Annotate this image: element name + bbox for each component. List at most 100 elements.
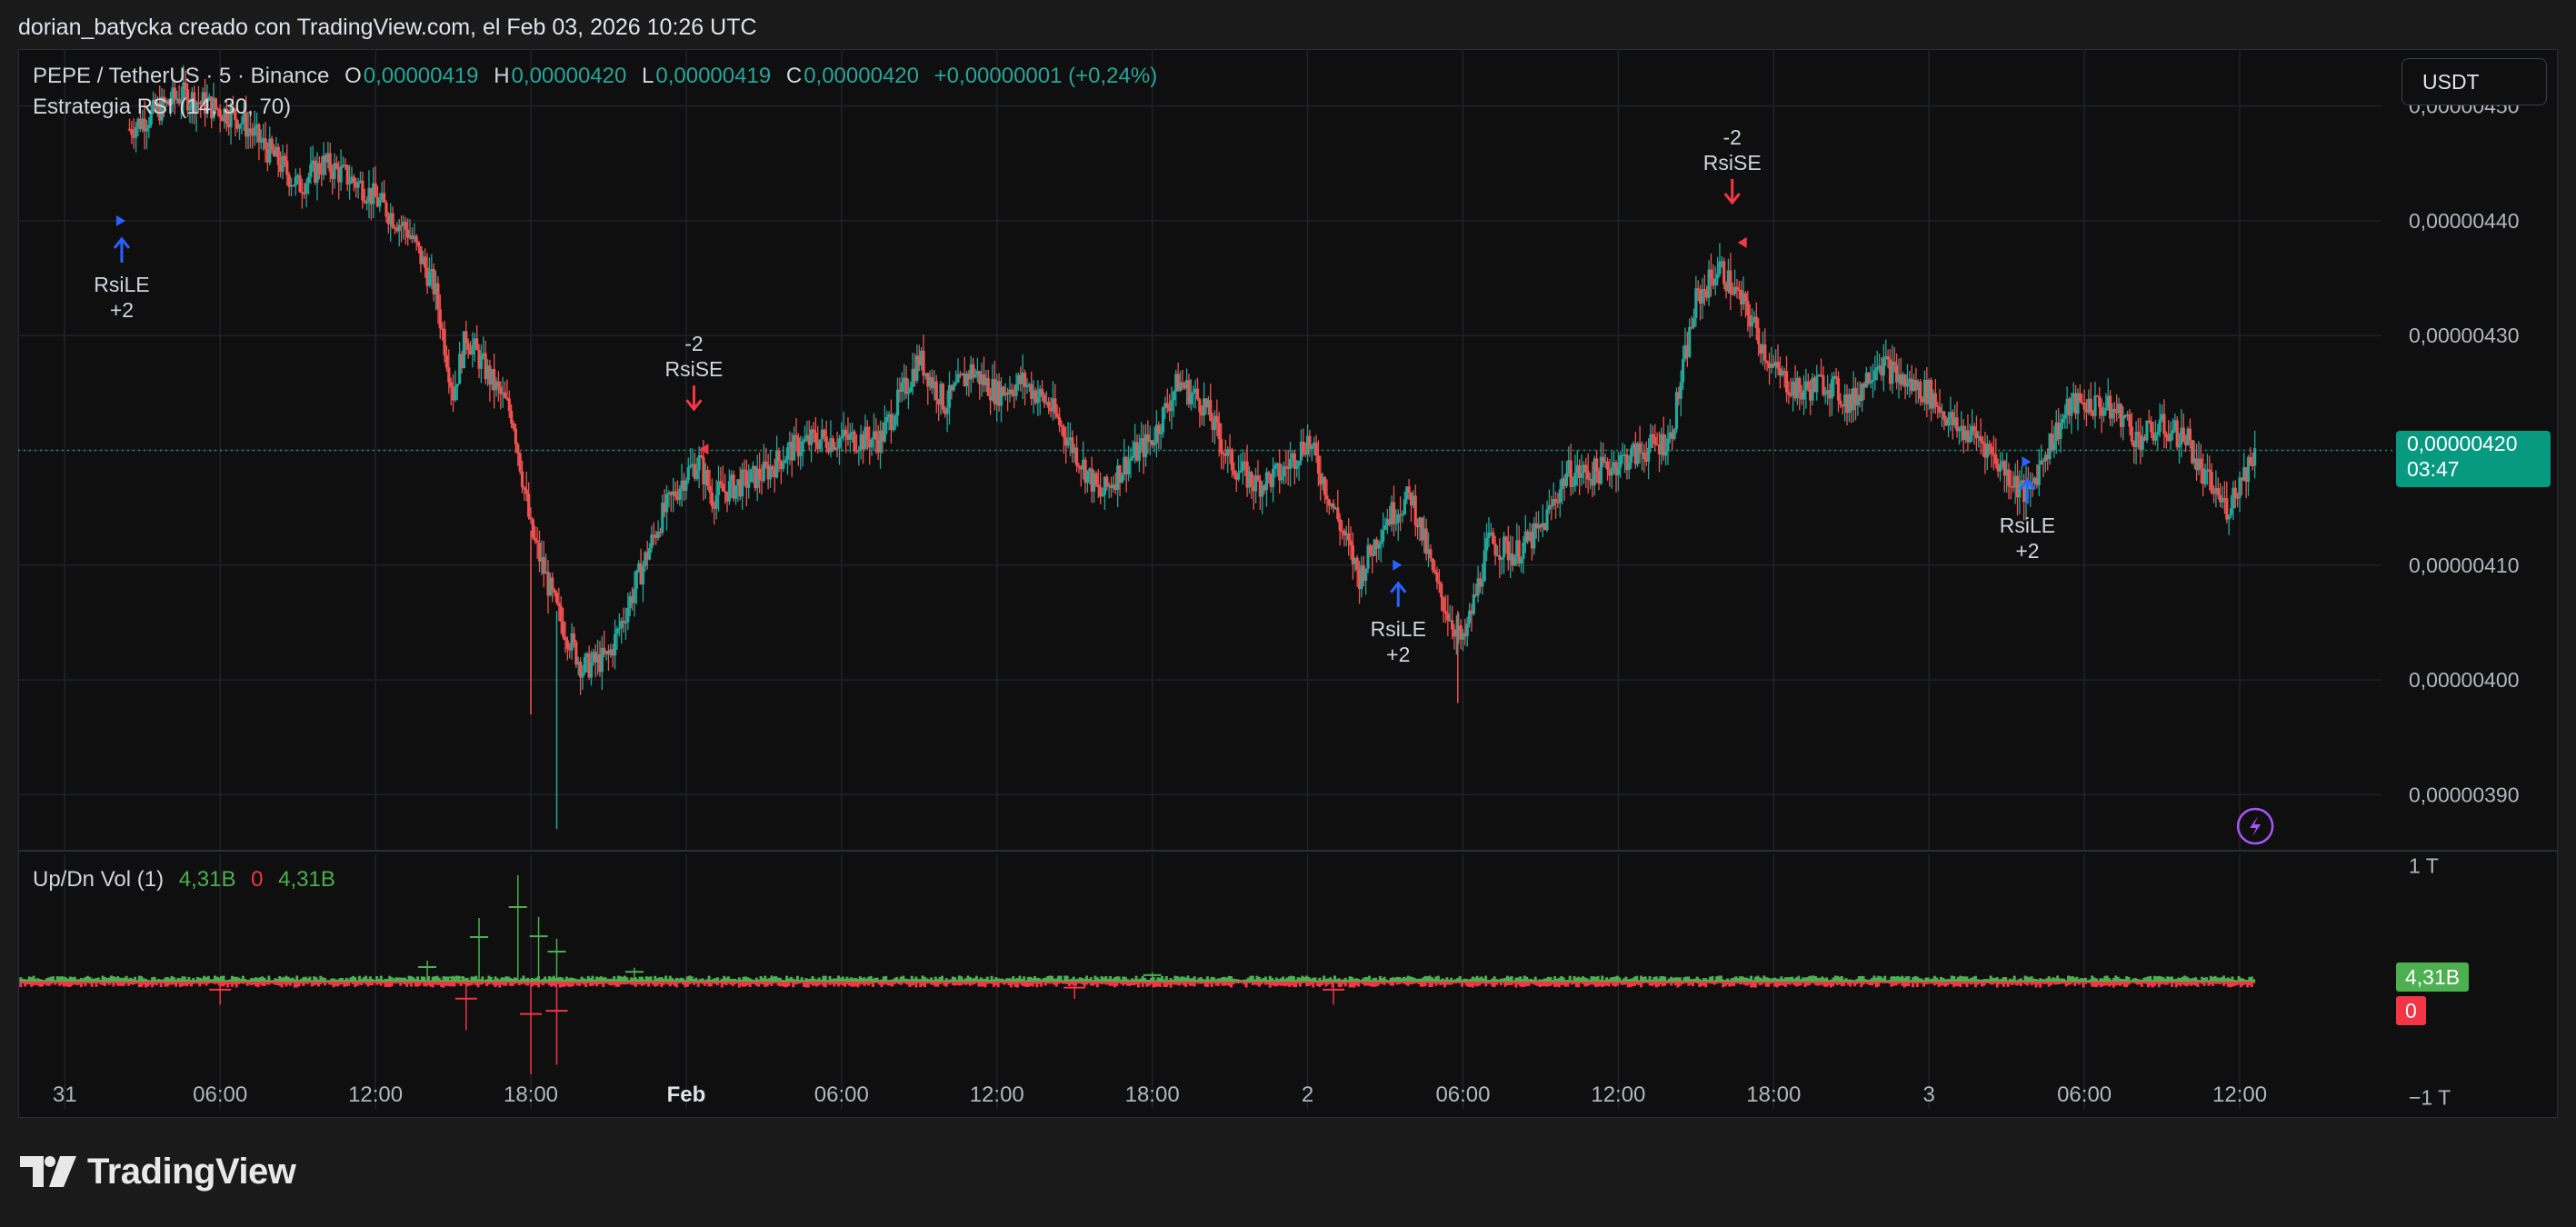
symbol-name[interactable]: PEPE / TetherUS · 5 · Binance bbox=[33, 64, 329, 88]
candle-body bbox=[1230, 449, 1234, 471]
candle-body bbox=[443, 328, 446, 355]
candle-body bbox=[741, 469, 744, 497]
candle-body bbox=[2212, 493, 2216, 494]
candle-body bbox=[1062, 426, 1065, 438]
candle-body bbox=[1159, 432, 1163, 434]
candle-body bbox=[1513, 556, 1517, 566]
candle-body bbox=[1043, 394, 1046, 404]
candle-body bbox=[527, 494, 531, 517]
candle-body bbox=[749, 469, 753, 483]
candle-body bbox=[1836, 377, 1841, 401]
candle-body bbox=[130, 129, 134, 135]
volume-up-tag: 4,31B bbox=[2396, 963, 2470, 992]
candle-body bbox=[2037, 464, 2041, 485]
short-signal-label: RsiSE bbox=[665, 357, 724, 381]
candle-body bbox=[559, 606, 563, 622]
candle-body bbox=[259, 141, 263, 143]
bar-countdown: 03:47 bbox=[2407, 457, 2460, 481]
candle-body bbox=[2229, 508, 2233, 515]
tradingview-logo[interactable]: TradingView bbox=[20, 1149, 296, 1194]
candle-body bbox=[1433, 570, 1437, 573]
candle-body bbox=[334, 163, 338, 168]
candle-body bbox=[363, 200, 366, 203]
candle-body bbox=[1437, 582, 1441, 584]
candle-body bbox=[270, 138, 274, 150]
candle-body bbox=[1839, 400, 1842, 405]
chart-canvas[interactable]: 0,000004500,000004400,000004300,00000420… bbox=[0, 0, 2576, 1227]
candle-body bbox=[1933, 393, 1937, 406]
candle-body bbox=[1586, 471, 1590, 480]
time-tick-label: 3 bbox=[1923, 1082, 1935, 1107]
candle-body bbox=[1302, 441, 1305, 454]
candle-body bbox=[1694, 288, 1698, 319]
candle-body bbox=[1709, 269, 1713, 279]
candle-body bbox=[2150, 422, 2153, 433]
price-tick-label: 0,00000440 bbox=[2409, 209, 2520, 233]
candle-body bbox=[1990, 446, 1993, 454]
volume-up-value: 4,31B bbox=[178, 867, 236, 892]
candle-body bbox=[1336, 507, 1340, 520]
volume-indicator-name[interactable]: Up/Dn Vol (1) bbox=[33, 867, 164, 892]
candle-body bbox=[2177, 444, 2182, 448]
candle-body bbox=[1431, 558, 1434, 571]
time-tick-label: 12:00 bbox=[348, 1082, 403, 1107]
candle-body bbox=[2249, 456, 2252, 465]
symbol-legend[interactable]: PEPE / TetherUS · 5 · Binance O0,0000041… bbox=[33, 64, 1166, 89]
candle-body bbox=[1256, 475, 1260, 481]
candle-body bbox=[1942, 411, 1946, 420]
candle-body bbox=[904, 377, 908, 394]
candle-body bbox=[1692, 318, 1696, 327]
candle-body bbox=[1170, 400, 1173, 412]
candle-body bbox=[945, 407, 949, 414]
candle-body bbox=[1047, 402, 1051, 408]
candle-body bbox=[1972, 425, 1976, 432]
candle-body bbox=[1131, 455, 1134, 459]
currency-button[interactable]: USDT bbox=[2401, 58, 2547, 105]
candle-body bbox=[1053, 398, 1057, 414]
candle-body bbox=[909, 387, 913, 392]
candle-body bbox=[1610, 467, 1613, 476]
volume-legend[interactable]: Up/Dn Vol (1) 4,31B 0 4,31B bbox=[33, 867, 344, 893]
candle-body bbox=[2253, 448, 2257, 466]
candle-body bbox=[135, 126, 138, 138]
candle-body bbox=[613, 633, 617, 656]
short-entry-marker bbox=[1737, 236, 1747, 248]
short-signal-label: -2 bbox=[684, 332, 703, 355]
candle-body bbox=[309, 164, 313, 177]
long-signal-label: RsiLE bbox=[2000, 514, 2055, 537]
candle-body bbox=[1765, 360, 1769, 364]
candle-body bbox=[650, 534, 654, 549]
strategy-name[interactable]: Estrategia RSI (14, 30, 70) bbox=[33, 95, 291, 119]
candle-body bbox=[1715, 274, 1720, 279]
candle-body bbox=[2059, 423, 2062, 439]
candle-body bbox=[699, 454, 704, 457]
candle-body bbox=[1822, 375, 1825, 395]
volume-down-tag: 0 bbox=[2396, 996, 2426, 1025]
candle-body bbox=[771, 465, 774, 470]
candle-body bbox=[814, 432, 817, 443]
candle-body bbox=[883, 422, 886, 442]
candle-body bbox=[1220, 439, 1223, 454]
candle-body bbox=[147, 125, 151, 128]
candle-body bbox=[2136, 432, 2141, 435]
candle-body bbox=[2153, 434, 2158, 441]
candle-body bbox=[565, 640, 569, 649]
candle-body bbox=[1137, 444, 1142, 461]
candle-body bbox=[1886, 356, 1890, 360]
candle-body bbox=[634, 570, 638, 589]
price-tick-label: 0,00000410 bbox=[2409, 554, 2520, 577]
candle-body bbox=[1316, 455, 1321, 474]
candle-body bbox=[1746, 300, 1750, 315]
candle-body bbox=[2158, 419, 2162, 433]
candle-body bbox=[857, 449, 861, 452]
candle-body bbox=[684, 480, 688, 492]
close-label: C bbox=[785, 64, 803, 88]
long-signal-label: +2 bbox=[1386, 643, 1410, 666]
strategy-legend[interactable]: Estrategia RSI (14, 30, 70) bbox=[33, 95, 300, 120]
candle-body bbox=[1998, 464, 2002, 472]
candle-body bbox=[1834, 375, 1838, 378]
candle-body bbox=[1558, 489, 1562, 503]
candle-body bbox=[1060, 424, 1063, 427]
candle-body bbox=[1806, 381, 1810, 389]
candle-body bbox=[1314, 442, 1318, 456]
